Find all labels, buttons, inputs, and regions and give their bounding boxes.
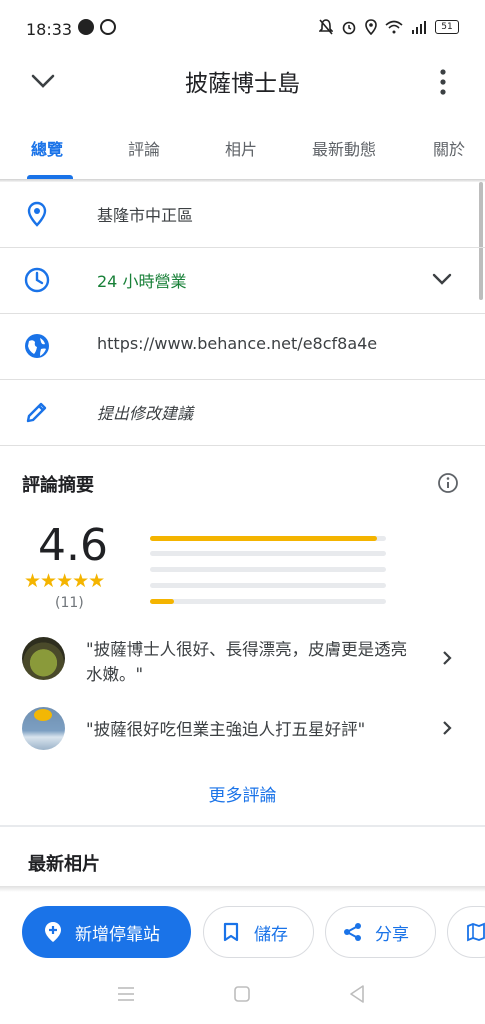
suggest-edit-row[interactable]: 提出修改建議 (0, 379, 485, 446)
latest-photos-title: 最新相片 (28, 854, 100, 875)
place-title: 披薩博士島 (185, 71, 300, 97)
globe-icon (25, 334, 49, 358)
more-options-icon[interactable] (430, 68, 456, 96)
hours-text: 24 小時營業 (97, 272, 187, 291)
review-summary-title: 評論摘要 (22, 475, 94, 496)
tab-updates[interactable]: 最新動態 (312, 136, 376, 160)
review-snippet-text: "披薩很好吃但業主強迫人打五星好評" (86, 720, 366, 739)
more-reviews-link[interactable]: 更多評論 (0, 781, 485, 806)
home-icon[interactable] (233, 985, 251, 1003)
add-location-icon (45, 922, 61, 942)
clock-icon (24, 267, 50, 293)
wifi-icon (385, 20, 403, 34)
status-system-icons: 51 (319, 19, 459, 35)
rating-bar-fill (150, 536, 377, 541)
review-count: (11) (55, 595, 84, 611)
bookmark-icon (223, 922, 239, 942)
website-row[interactable]: https://www.behance.net/e8cf8a4e (0, 313, 485, 380)
recent-apps-icon[interactable] (117, 986, 135, 1002)
photo-strip-shadow (0, 886, 485, 892)
review-snippet[interactable]: "披薩很好吃但業主強迫人打五星好評" (22, 707, 462, 767)
tab-overview[interactable]: 總覽 (31, 136, 63, 160)
location-icon (365, 19, 377, 35)
rating-bar (150, 551, 386, 556)
reviewer-avatar (22, 637, 65, 680)
pencil-icon (26, 402, 47, 423)
suggest-edit-text: 提出修改建議 (97, 404, 194, 423)
share-button[interactable]: 分享 (325, 906, 436, 958)
tab-reviews[interactable]: 評論 (128, 136, 160, 160)
rating-bar (150, 583, 386, 588)
info-icon[interactable] (437, 472, 459, 494)
location-pin-icon (27, 201, 47, 227)
rating-bar-fill (150, 599, 174, 604)
address-text: 基隆市中正區 (97, 206, 194, 225)
add-stop-label: 新增停靠站 (75, 924, 160, 945)
status-app-icons (78, 19, 116, 35)
status-time: 18:33 (26, 20, 73, 39)
rating-stars: ★★★★★ (24, 570, 105, 592)
expand-hours-chevron-icon[interactable] (432, 272, 452, 286)
battery-icon: 51 (435, 20, 459, 34)
save-button[interactable]: 儲存 (203, 906, 314, 958)
rating-bar (150, 567, 386, 572)
review-snippet-text: "披薩博士人很好、長得漂亮，皮膚更是透亮水嫩。" (86, 640, 408, 684)
app-notification-icon (78, 19, 94, 35)
rating-bar (150, 536, 386, 541)
messenger-icon (100, 19, 116, 35)
address-row[interactable]: 基隆市中正區 (0, 181, 485, 248)
chevron-right-icon (443, 651, 452, 665)
website-link[interactable]: https://www.behance.net/e8cf8a4e (97, 334, 377, 353)
tab-bar: 總覽 評論 相片 最新動態 關於 (0, 128, 485, 180)
alarm-icon (342, 21, 356, 35)
edit-map-button[interactable] (447, 906, 485, 958)
save-label: 儲存 (254, 924, 288, 945)
signal-icon (412, 21, 426, 34)
share-label: 分享 (375, 924, 409, 945)
add-stop-button[interactable]: 新增停靠站 (22, 906, 191, 958)
share-icon (344, 923, 361, 941)
system-navigation-bar (0, 968, 485, 1024)
hours-row[interactable]: 24 小時營業 (0, 247, 485, 314)
reviewer-avatar (22, 707, 65, 750)
tab-about[interactable]: 關於 (433, 136, 465, 160)
rating-value: 4.6 (38, 520, 108, 571)
map-edit-icon (467, 922, 485, 942)
review-snippet[interactable]: "披薩博士人很好、長得漂亮，皮膚更是透亮水嫩。" (22, 637, 462, 697)
section-divider (0, 825, 485, 827)
mute-icon (319, 19, 333, 35)
chevron-right-icon (443, 721, 452, 735)
rating-bar (150, 599, 386, 604)
back-nav-icon[interactable] (348, 984, 366, 1004)
tab-photos[interactable]: 相片 (225, 136, 257, 160)
status-bar: 18:33 51 (0, 0, 485, 60)
